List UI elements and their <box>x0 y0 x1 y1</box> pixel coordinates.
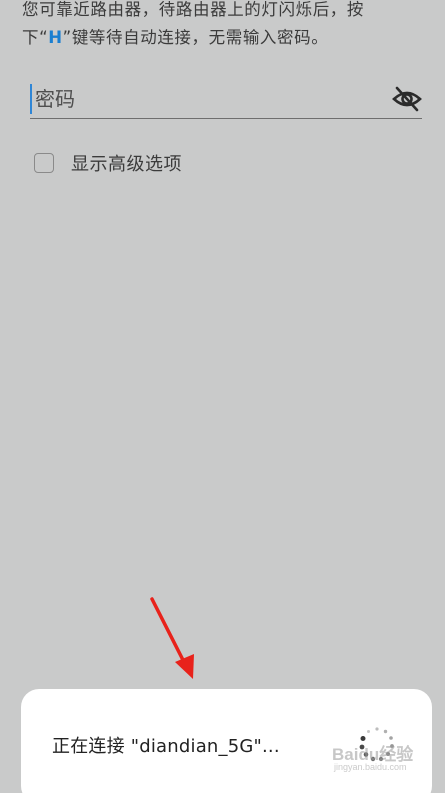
hint-line-2-post: ”键等待自动连接，无需输入密码。 <box>62 28 329 47</box>
connection-hint: 您可靠近路由器，待路由器上的灯闪烁后，按 下“H”键等待自动连接，无需输入密码。 <box>22 0 422 52</box>
hint-line-2-pre: 下“ <box>22 28 49 47</box>
hint-line-2: 下“H”键等待自动连接，无需输入密码。 <box>22 24 422 52</box>
red-arrow-annotation <box>150 597 194 679</box>
advanced-options-checkbox[interactable] <box>34 153 54 173</box>
hint-line-1: 您可靠近路由器，待路由器上的灯闪烁后，按 <box>22 0 364 19</box>
advanced-options-label: 显示高级选项 <box>71 154 182 175</box>
password-input[interactable] <box>30 84 375 114</box>
loading-spinner-icon <box>359 727 394 762</box>
connecting-toast: 正在连接 "diandian_5G"... <box>21 689 432 793</box>
connecting-status-text: 正在连接 "diandian_5G"... <box>52 736 280 757</box>
hint-key-h: H <box>48 28 63 47</box>
password-row <box>30 80 422 119</box>
eye-off-icon[interactable] <box>392 86 422 112</box>
advanced-options-row[interactable]: 显示高级选项 <box>34 150 182 176</box>
